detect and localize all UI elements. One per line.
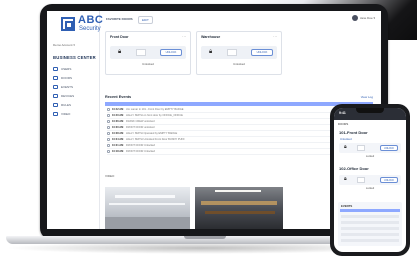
brand-subtitle: Security bbox=[79, 26, 101, 32]
sidebar-item-users[interactable]: USERS bbox=[53, 65, 97, 72]
phone-door-title: 102-Office Door bbox=[339, 166, 369, 171]
user-menu[interactable]: Jane Doe ▾ bbox=[351, 15, 375, 21]
edit-button[interactable]: EDIT bbox=[138, 15, 153, 24]
phone-door-title: 101-Front Door bbox=[339, 130, 368, 135]
section-title: BUSINESS CENTER bbox=[53, 55, 96, 60]
phone-screen: 9:41 DOORS 101-Front Door Unlocked 🔒︎ UN… bbox=[334, 108, 406, 252]
video-feed-2[interactable] bbox=[195, 187, 283, 229]
door-card-front: Front Door ⋯ 🔒︎ UNLOCK Unlocked bbox=[105, 31, 191, 75]
phone-notch bbox=[356, 108, 384, 113]
sidebar: ABC Security Demo Account ▾ BUSINESS CEN… bbox=[47, 11, 103, 229]
phone-events-title: EVENTS bbox=[341, 204, 353, 208]
list-item[interactable] bbox=[341, 239, 399, 242]
phone-time: 9:41 bbox=[339, 111, 346, 115]
sidebar-item-video[interactable]: VIDEO bbox=[53, 110, 97, 117]
door-control: 🔒︎ UNLOCK bbox=[201, 46, 277, 59]
video-shelf bbox=[201, 201, 277, 205]
more-icon[interactable]: ⋯ bbox=[182, 35, 186, 39]
phone-events-panel: EVENTS bbox=[338, 202, 402, 246]
users-icon bbox=[53, 66, 58, 71]
events-icon bbox=[53, 84, 58, 89]
devices-icon bbox=[53, 93, 58, 98]
laptop-notch bbox=[184, 236, 226, 239]
door-status: Unlocked bbox=[233, 62, 245, 66]
sidebar-item-rules[interactable]: RULES bbox=[53, 101, 97, 108]
lock-icon[interactable]: 🔒︎ bbox=[118, 49, 124, 55]
event-icon bbox=[107, 150, 110, 153]
more-icon[interactable]: ⋯ bbox=[273, 35, 277, 39]
sidebar-item-events[interactable]: EVENTS bbox=[53, 83, 97, 90]
user-name: Jane Doe ▾ bbox=[359, 16, 375, 20]
rules-icon bbox=[53, 102, 58, 107]
list-item[interactable] bbox=[341, 221, 399, 224]
phone-door-control: 🔒︎ UNLOCK bbox=[339, 175, 401, 185]
video-section-label: VIDEO bbox=[105, 174, 115, 178]
event-icon bbox=[107, 126, 110, 129]
top-bar: FAVORITE DOORS EDIT Jane Doe ▾ bbox=[100, 11, 381, 29]
door-card-warehouse: Warehouse ⋯ 🔒︎ UNLOCK Unlocked bbox=[196, 31, 282, 75]
video-shelf bbox=[205, 211, 275, 214]
account-selector[interactable]: Demo Account ▾ bbox=[53, 43, 75, 47]
toggle-box[interactable] bbox=[227, 49, 237, 56]
events-title: Recent Events bbox=[105, 95, 132, 99]
toggle-box[interactable] bbox=[357, 145, 365, 151]
list-item[interactable] bbox=[341, 215, 399, 218]
lock-icon[interactable]: 🔒︎ bbox=[344, 177, 347, 182]
events-highlight-bar bbox=[340, 209, 400, 212]
view-log-link[interactable]: View Log bbox=[361, 95, 373, 99]
phone-status-bar: 9:41 bbox=[334, 108, 406, 120]
video-floor bbox=[105, 217, 190, 229]
door-title: Front Door bbox=[110, 35, 129, 39]
unlock-button[interactable]: UNLOCK bbox=[251, 49, 273, 56]
door-status: Unlocked bbox=[142, 62, 154, 66]
phone-door-subtitle: Unlocked bbox=[340, 137, 352, 141]
event-icon bbox=[107, 108, 110, 111]
phone-header: DOORS bbox=[338, 122, 349, 126]
event-icon bbox=[107, 120, 110, 123]
phone-door-control: 🔒︎ UNLOCK bbox=[339, 143, 401, 153]
unlock-button[interactable]: UNLOCK bbox=[160, 49, 182, 56]
avatar bbox=[351, 15, 358, 21]
toggle-box[interactable] bbox=[136, 49, 146, 56]
lock-icon[interactable]: 🔒︎ bbox=[344, 145, 347, 150]
event-icon bbox=[107, 138, 110, 141]
door-control: 🔒︎ UNLOCK bbox=[110, 46, 186, 59]
video-icon bbox=[53, 111, 58, 116]
toggle-box[interactable] bbox=[357, 177, 365, 183]
unlock-button[interactable]: UNLOCK bbox=[380, 177, 398, 183]
sidebar-item-doors[interactable]: DOORS bbox=[53, 74, 97, 81]
video-ceiling-light bbox=[215, 190, 261, 192]
video-feed-1[interactable] bbox=[105, 187, 190, 229]
door-title: Warehouse bbox=[201, 35, 221, 39]
events-highlight-bar bbox=[105, 102, 373, 106]
event-icon bbox=[107, 114, 110, 117]
brand-logo[interactable]: ABC Security bbox=[61, 15, 103, 37]
video-ceiling-light bbox=[115, 195, 175, 198]
unlock-button[interactable]: UNLOCK bbox=[380, 145, 398, 151]
list-item[interactable] bbox=[341, 227, 399, 230]
phone-door-status: Locked bbox=[365, 155, 375, 158]
event-icon bbox=[107, 132, 110, 135]
tab-favorite-doors[interactable]: FAVORITE DOORS bbox=[106, 17, 133, 21]
list-item[interactable] bbox=[341, 233, 399, 236]
logo-inner-mark bbox=[65, 21, 73, 29]
lock-icon[interactable]: 🔒︎ bbox=[209, 49, 215, 55]
event-icon bbox=[107, 144, 110, 147]
door-icon bbox=[53, 75, 58, 80]
phone-door-status: Locked bbox=[365, 187, 375, 190]
sidebar-item-devices[interactable]: DEVICES bbox=[53, 92, 97, 99]
video-ceiling-beam bbox=[109, 203, 185, 205]
